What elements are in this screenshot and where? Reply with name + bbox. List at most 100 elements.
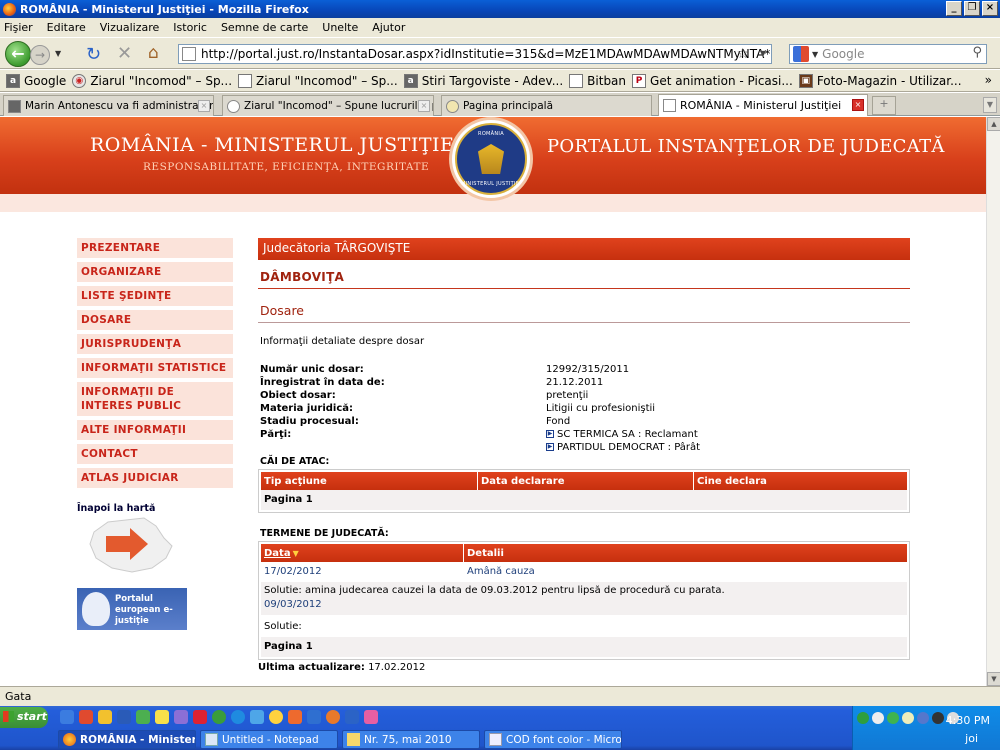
party-entry[interactable]: ▶ PARTIDUL DEMOCRAT : Pârât xyxy=(546,442,700,453)
tray-icon[interactable] xyxy=(887,712,899,724)
bookmark-item[interactable]: a Google xyxy=(6,73,66,88)
column-header-date[interactable]: Data ▼ xyxy=(261,544,464,562)
sidebar-item-atlas-judiciar[interactable]: ATLAS JUDICIAR xyxy=(77,468,233,488)
scroll-up-icon[interactable]: ▲ xyxy=(987,117,1000,131)
bookmark-label[interactable]: Stiri Targoviste - Adev... xyxy=(422,74,563,88)
close-button[interactable]: × xyxy=(982,1,998,16)
menu-editare[interactable]: Editare xyxy=(47,21,86,34)
tab-close-icon[interactable]: × xyxy=(852,99,864,111)
bookmark-label[interactable]: Get animation - Picasi... xyxy=(650,74,793,88)
expand-arrow-icon[interactable]: ▶ xyxy=(546,430,554,438)
bookmark-item[interactable]: ▣ Foto-Magazin - Utilizar... xyxy=(798,73,962,88)
quick-launch-icon[interactable] xyxy=(345,710,359,724)
url-text[interactable]: http://portal.just.ro/InstantaDosar.aspx… xyxy=(201,47,770,61)
column-header[interactable]: Cine declara xyxy=(694,472,907,490)
bookmark-item[interactable]: P Get animation - Picasi... xyxy=(632,73,793,88)
quick-launch-icon[interactable] xyxy=(307,710,321,724)
sidebar-item-prezentare[interactable]: PREZENTARE xyxy=(77,238,233,258)
bookmark-item[interactable]: ◉ Ziarul "Incomod" – Sp... xyxy=(72,73,232,88)
menu-istoric[interactable]: Istoric xyxy=(173,21,207,34)
tab[interactable]: Ziarul "Incomod" – Spune lucrurilor pe n… xyxy=(222,95,434,116)
sidebar-item-liste-sedinte[interactable]: LISTE ŞEDINŢE xyxy=(77,286,233,306)
quick-launch-icon[interactable] xyxy=(250,710,264,724)
bookmark-label[interactable]: Ziarul "Incomod" – Sp... xyxy=(256,74,398,88)
back-to-map-link[interactable]: Înapoi la hartă xyxy=(77,503,155,514)
bookmark-label[interactable]: Google xyxy=(24,74,66,88)
start-button[interactable]: start xyxy=(0,707,48,728)
quick-launch-icon[interactable] xyxy=(155,710,169,724)
tray-icon[interactable] xyxy=(872,712,884,724)
sidebar-item-organizare[interactable]: ORGANIZARE xyxy=(77,262,233,282)
column-header[interactable]: Tip acţiune xyxy=(261,472,478,490)
home-icon[interactable]: ⌂ xyxy=(148,43,159,63)
bookmark-item[interactable]: Ziarul "Incomod" – Sp... xyxy=(238,73,398,88)
quick-launch-icon[interactable] xyxy=(326,710,340,724)
history-dropdown-icon[interactable]: ▼ xyxy=(55,49,61,58)
taskbar-item-word[interactable]: COD font color - Microso... xyxy=(484,730,622,749)
google-icon[interactable] xyxy=(793,46,809,62)
tray-icon[interactable] xyxy=(917,712,929,724)
tray-icon[interactable] xyxy=(902,712,914,724)
menu-unelte[interactable]: Unelte xyxy=(322,21,358,34)
quick-launch-icon[interactable] xyxy=(231,710,245,724)
tab-list-icon[interactable]: ▼ xyxy=(983,97,997,113)
menu-vizualizare[interactable]: Vizualizare xyxy=(100,21,160,34)
vertical-scrollbar[interactable]: ▲ ▼ xyxy=(986,117,1000,686)
tab-label[interactable]: Pagina principală xyxy=(463,100,553,112)
clock[interactable]: 4:30 PM xyxy=(946,714,990,727)
forward-button[interactable]: → xyxy=(30,45,50,65)
european-ejustice-banner[interactable]: Portalul european e-justiţie xyxy=(77,588,187,630)
menu-semne-de-carte[interactable]: Semne de carte xyxy=(221,21,308,34)
quick-launch-icon[interactable] xyxy=(212,710,226,724)
party-entry[interactable]: ▶ SC TERMICA SA : Reclamant xyxy=(546,429,698,440)
quick-launch-icon[interactable] xyxy=(364,710,378,724)
tab-close-icon[interactable]: × xyxy=(198,100,210,112)
new-tab-button[interactable]: + xyxy=(872,96,896,115)
search-placeholder[interactable]: Google xyxy=(822,47,864,61)
sidebar-item-informatii-interes-public[interactable]: INFORMAŢII DE INTERES PUBLIC xyxy=(77,382,233,416)
pager[interactable]: Pagina 1 xyxy=(261,637,907,657)
taskbar-item-notepad[interactable]: Untitled - Notepad xyxy=(200,730,338,749)
tray-icon[interactable] xyxy=(857,712,869,724)
sidebar-item-jurisprudenta[interactable]: JURISPRUDENŢA xyxy=(77,334,233,354)
reload-icon[interactable]: ↻ xyxy=(86,44,101,65)
task-label[interactable]: Untitled - Notepad xyxy=(222,734,319,746)
tab-close-icon[interactable]: × xyxy=(418,100,430,112)
search-engine-dropdown-icon[interactable]: ▼ xyxy=(812,50,818,59)
minimize-button[interactable]: _ xyxy=(946,1,962,16)
quick-launch-icon[interactable] xyxy=(136,710,150,724)
bookmark-label[interactable]: Bitban xyxy=(587,74,626,88)
tab[interactable]: Marin Antonescu va fi administratorul p.… xyxy=(3,95,214,116)
back-button[interactable]: ← xyxy=(5,41,31,67)
bookmark-label[interactable]: Foto-Magazin - Utilizar... xyxy=(817,74,962,88)
tab-label[interactable]: ROMÂNIA - Ministerul Justiţiei xyxy=(680,99,841,112)
task-label[interactable]: COD font color - Microso... xyxy=(506,734,621,746)
romania-map-icon[interactable] xyxy=(86,516,174,574)
sidebar-item-alte-informatii[interactable]: ALTE INFORMAŢII xyxy=(77,420,233,440)
start-label[interactable]: start xyxy=(17,710,47,723)
quick-launch-icon[interactable] xyxy=(117,710,131,724)
search-box[interactable]: ▼ Google ⚲ xyxy=(789,44,987,64)
quick-launch-icon[interactable] xyxy=(60,710,74,724)
sidebar-item-informatii-statistice[interactable]: INFORMAŢII STATISTICE xyxy=(77,358,233,378)
tab-label[interactable]: Marin Antonescu va fi administratorul p.… xyxy=(25,100,213,112)
bookmarks-overflow-icon[interactable]: » xyxy=(985,73,992,87)
taskbar-item-folder[interactable]: Nr. 75, mai 2010 xyxy=(342,730,480,749)
search-icon[interactable]: ⚲ xyxy=(972,45,982,60)
task-label[interactable]: Nr. 75, mai 2010 xyxy=(364,734,452,746)
tab[interactable]: Pagina principală xyxy=(441,95,652,116)
url-bar[interactable]: http://portal.just.ro/InstantaDosar.aspx… xyxy=(178,44,772,64)
bookmark-item[interactable]: Bitban xyxy=(569,73,626,88)
bookmark-item[interactable]: a Stiri Targoviste - Adev... xyxy=(403,73,563,88)
task-label[interactable]: ROMÂNIA - Ministerul... xyxy=(80,734,195,746)
tab-label[interactable]: Ziarul "Incomod" – Spune lucrurilor pe n… xyxy=(244,100,433,112)
quick-launch-icon[interactable] xyxy=(98,710,112,724)
ejustice-label[interactable]: Portalul european e-justiţie xyxy=(115,594,173,626)
restore-button[interactable]: ❐ xyxy=(964,1,980,16)
stop-icon[interactable]: ✕ xyxy=(117,43,132,64)
bookmark-star-icon[interactable]: ☆ xyxy=(736,46,749,62)
tab-active[interactable]: ROMÂNIA - Ministerul Justiţiei × xyxy=(658,94,868,116)
tray-icon[interactable] xyxy=(932,712,944,724)
party-text[interactable]: SC TERMICA SA : Reclamant xyxy=(557,429,698,440)
expand-arrow-icon[interactable]: ▶ xyxy=(546,443,554,451)
